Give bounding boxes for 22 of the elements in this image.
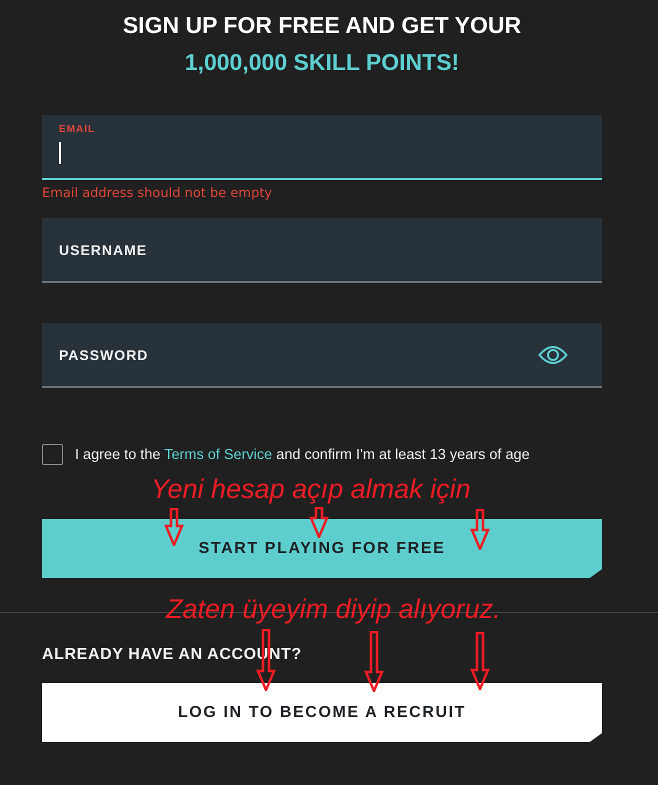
heading-highlight: 1,000,000 SKILL POINTS! <box>184 48 460 77</box>
agreement-text: I agree to the Terms of Service and confirm I'm at least 13 years of age <box>75 446 530 462</box>
arrow-icon <box>309 507 329 538</box>
start-button[interactable]: START PLAYING FOR FREE <box>42 519 602 578</box>
error-message: Email address should not be empty <box>42 186 274 201</box>
annotation-text: Yeni hesap açıp almak için <box>151 474 471 505</box>
text-cursor <box>59 142 61 164</box>
annotation-text: Zaten üyeyim diyip alıyoruz. <box>166 594 501 625</box>
arrow-icon <box>470 509 490 550</box>
eye-icon[interactable] <box>538 344 568 366</box>
terms-link[interactable]: Terms of Service <box>164 446 272 462</box>
heading-text: SIGN UP FOR FREE AND GET YOUR <box>122 11 522 40</box>
input-field[interactable]: PASSWORD <box>42 323 602 388</box>
login-button[interactable]: LOG IN TO BECOME A RECRUIT <box>42 683 602 742</box>
arrow-icon <box>470 632 490 690</box>
checkbox[interactable] <box>42 444 63 465</box>
arrow-icon <box>364 631 384 692</box>
input-field[interactable]: USERNAME <box>42 218 602 283</box>
arrow-icon <box>164 508 184 546</box>
field-label: USERNAME <box>59 242 148 258</box>
field-label: EMAIL <box>59 124 96 135</box>
field-label: PASSWORD <box>59 346 148 362</box>
